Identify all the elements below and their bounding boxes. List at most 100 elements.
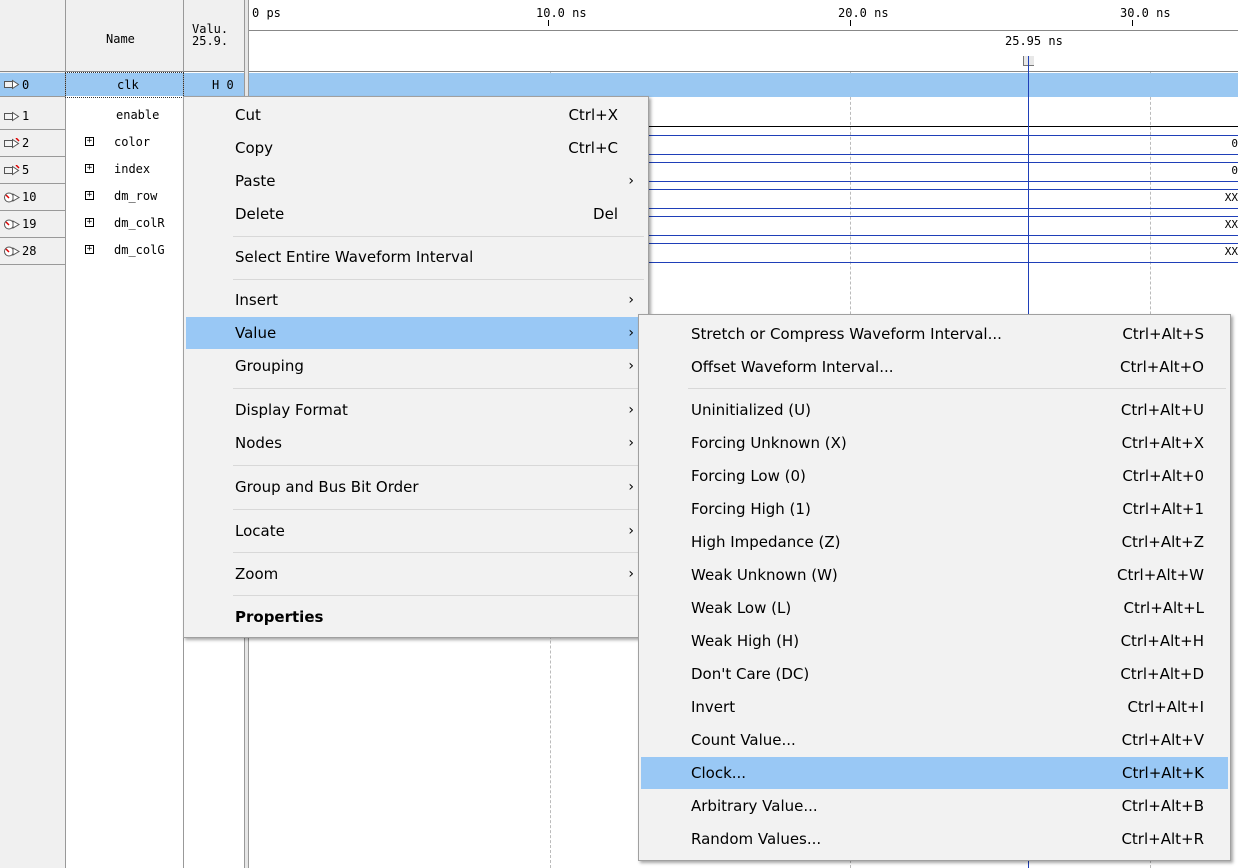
row-name-cell[interactable]: clk bbox=[65, 72, 184, 98]
name-column-header[interactable]: Name bbox=[66, 0, 184, 72]
menu-item-delete[interactable]: Delete Del bbox=[186, 198, 646, 230]
menu-item-label: Random Values... bbox=[691, 830, 822, 848]
menu-item-label: Count Value... bbox=[691, 731, 796, 749]
waveform-row-clk[interactable] bbox=[249, 73, 1238, 97]
row-name-cell[interactable]: + index bbox=[66, 157, 183, 184]
menu-item-label: Properties bbox=[235, 608, 324, 626]
menu-item-zoom[interactable]: Zoom › bbox=[186, 558, 646, 590]
expand-icon[interactable]: + bbox=[85, 245, 94, 254]
menu-item-label: Insert bbox=[235, 291, 279, 309]
menu-item-label: Select Entire Waveform Interval bbox=[235, 248, 474, 266]
waveform-dm-row-value: XX bbox=[1224, 191, 1238, 204]
submenu-item-clock-[interactable]: Clock... Ctrl+Alt+K bbox=[641, 757, 1228, 789]
submenu-item-don-t-care-dc-[interactable]: Don't Care (DC) Ctrl+Alt+D bbox=[641, 658, 1228, 690]
row-name-label: color bbox=[114, 135, 151, 149]
menu-item-label: Copy bbox=[235, 139, 274, 157]
menu-item-label: Stretch or Compress Waveform Interval... bbox=[691, 325, 1002, 343]
menu-item-label: Clock... bbox=[691, 764, 747, 782]
name-header-label: Name bbox=[106, 32, 135, 46]
submenu-arrow-icon: › bbox=[628, 435, 634, 451]
input-bus-icon bbox=[4, 136, 20, 149]
row-name-cell[interactable]: + dm_colG bbox=[66, 238, 183, 265]
submenu-item-forcing-low-0-[interactable]: Forcing Low (0) Ctrl+Alt+0 bbox=[641, 460, 1228, 492]
menu-item-shortcut: Ctrl+Alt+L bbox=[1123, 599, 1205, 617]
submenu-item-high-impedance-z-[interactable]: High Impedance (Z) Ctrl+Alt+Z bbox=[641, 526, 1228, 558]
menu-item-grouping[interactable]: Grouping › bbox=[186, 350, 646, 382]
input-pin-icon bbox=[4, 79, 20, 90]
submenu-item-weak-unknown-w-[interactable]: Weak Unknown (W) Ctrl+Alt+W bbox=[641, 559, 1228, 591]
menu-item-paste[interactable]: Paste › bbox=[186, 165, 646, 197]
row-id-label: 2 bbox=[22, 136, 30, 150]
menu-item-properties[interactable]: Properties bbox=[186, 601, 646, 633]
menu-item-copy[interactable]: Copy Ctrl+C bbox=[186, 132, 646, 164]
ruler-tick: 10.0 ns bbox=[536, 6, 587, 20]
row-id-cell[interactable]: 19 bbox=[0, 211, 65, 238]
expand-icon[interactable]: + bbox=[85, 191, 94, 200]
menu-separator bbox=[233, 236, 644, 237]
row-id-cell[interactable]: 10 bbox=[0, 184, 65, 211]
row-name-cell[interactable]: + color bbox=[66, 130, 183, 157]
value-header-time: 25.9. bbox=[192, 34, 229, 48]
menu-item-shortcut: Ctrl+Alt+S bbox=[1122, 325, 1204, 343]
submenu-item-random-values-[interactable]: Random Values... Ctrl+Alt+R bbox=[641, 823, 1228, 855]
row-name-cell[interactable]: enable bbox=[66, 103, 183, 130]
expand-icon[interactable]: + bbox=[85, 218, 94, 227]
submenu-item-forcing-high-1-[interactable]: Forcing High (1) Ctrl+Alt+1 bbox=[641, 493, 1228, 525]
ruler-divider bbox=[249, 30, 1238, 31]
submenu-item-count-value-[interactable]: Count Value... Ctrl+Alt+V bbox=[641, 724, 1228, 756]
menu-item-shortcut: Del bbox=[593, 205, 618, 223]
submenu-item-invert[interactable]: Invert Ctrl+Alt+I bbox=[641, 691, 1228, 723]
submenu-arrow-icon: › bbox=[628, 479, 634, 495]
row-id-label: 28 bbox=[22, 244, 37, 258]
submenu-item-weak-low-l-[interactable]: Weak Low (L) Ctrl+Alt+L bbox=[641, 592, 1228, 624]
menu-item-label: Invert bbox=[691, 698, 736, 716]
row-name-label: dm_colR bbox=[114, 216, 165, 230]
row-name-cell[interactable]: + dm_row bbox=[66, 184, 183, 211]
menu-item-nodes[interactable]: Nodes › bbox=[186, 427, 646, 459]
menu-item-label: Uninitialized (U) bbox=[691, 401, 811, 419]
value-column-header[interactable]: Valu. 25.9. bbox=[184, 0, 244, 72]
id-column-header[interactable] bbox=[0, 0, 66, 72]
menu-item-label: Delete bbox=[235, 205, 285, 223]
menu-item-value[interactable]: Value › bbox=[186, 317, 646, 349]
waveform-dm-colg-value: XX bbox=[1224, 245, 1238, 258]
row-name-label: clk bbox=[117, 78, 139, 92]
expand-icon[interactable]: + bbox=[85, 164, 94, 173]
menu-item-label: Zoom bbox=[235, 565, 279, 583]
submenu-item-uninitialized-u-[interactable]: Uninitialized (U) Ctrl+Alt+U bbox=[641, 394, 1228, 426]
time-ruler[interactable]: 0 ps 10.0 ns 20.0 ns 30.0 ns 25.95 ns bbox=[249, 0, 1238, 72]
row-id-cell[interactable]: 28 bbox=[0, 238, 65, 265]
menu-item-label: Group and Bus Bit Order bbox=[235, 478, 419, 496]
row-name-cell[interactable]: + dm_colR bbox=[66, 211, 183, 238]
row-id-label: 5 bbox=[22, 163, 30, 177]
menu-item-select-entire-waveform-interval[interactable]: Select Entire Waveform Interval bbox=[186, 241, 646, 273]
expand-icon[interactable]: + bbox=[85, 137, 94, 146]
menu-item-display-format[interactable]: Display Format › bbox=[186, 394, 646, 426]
menu-item-group-and-bus-bit-order[interactable]: Group and Bus Bit Order › bbox=[186, 471, 646, 503]
menu-item-insert[interactable]: Insert › bbox=[186, 284, 646, 316]
menu-item-shortcut: Ctrl+Alt+K bbox=[1122, 764, 1204, 782]
row-id-cell[interactable]: 2 bbox=[0, 130, 65, 157]
menu-item-cut[interactable]: Cut Ctrl+X bbox=[186, 99, 646, 131]
row-id-cell[interactable]: 5 bbox=[0, 157, 65, 184]
menu-item-shortcut: Ctrl+Alt+R bbox=[1121, 830, 1204, 848]
menu-item-label: Don't Care (DC) bbox=[691, 665, 810, 683]
row-id-cell[interactable]: 1 bbox=[0, 103, 65, 130]
submenu-item-weak-high-h-[interactable]: Weak High (H) Ctrl+Alt+H bbox=[641, 625, 1228, 657]
menu-item-label: Paste bbox=[235, 172, 276, 190]
menu-item-shortcut: Ctrl+Alt+H bbox=[1120, 632, 1204, 650]
menu-item-locate[interactable]: Locate › bbox=[186, 515, 646, 547]
submenu-arrow-icon: › bbox=[628, 523, 634, 539]
input-pin-icon bbox=[4, 111, 20, 122]
row-name-label: enable bbox=[116, 108, 160, 122]
submenu-item-arbitrary-value-[interactable]: Arbitrary Value... Ctrl+Alt+B bbox=[641, 790, 1228, 822]
row-name-label: dm_row bbox=[114, 189, 158, 203]
submenu-item-offset-waveform-interval-[interactable]: Offset Waveform Interval... Ctrl+Alt+O bbox=[641, 351, 1228, 383]
menu-item-shortcut: Ctrl+Alt+I bbox=[1127, 698, 1204, 716]
row-id-cell[interactable]: 0 bbox=[0, 73, 65, 97]
menu-separator bbox=[233, 595, 644, 596]
submenu-arrow-icon: › bbox=[628, 402, 634, 418]
submenu-item-stretch-or-compress-waveform-interval-[interactable]: Stretch or Compress Waveform Interval...… bbox=[641, 318, 1228, 350]
submenu-item-forcing-unknown-x-[interactable]: Forcing Unknown (X) Ctrl+Alt+X bbox=[641, 427, 1228, 459]
output-bus-icon bbox=[4, 219, 20, 230]
